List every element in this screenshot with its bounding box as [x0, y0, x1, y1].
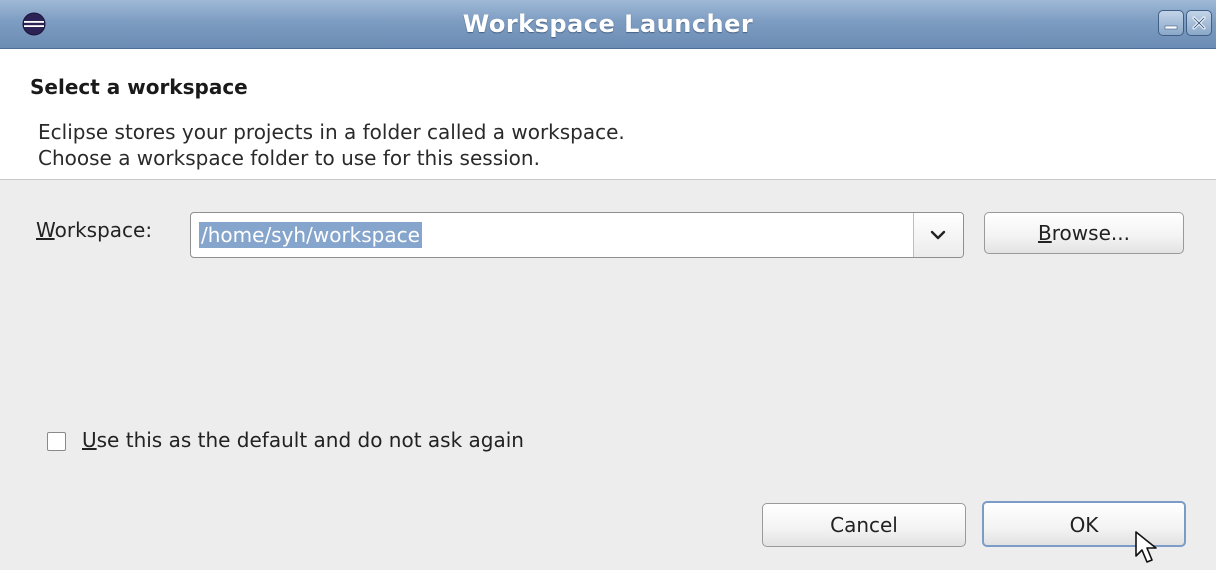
- banner-title: Select a workspace: [30, 75, 248, 99]
- minimize-icon: [1164, 25, 1178, 30]
- workspace-dropdown-button[interactable]: [914, 213, 963, 257]
- title-bar[interactable]: Workspace Launcher: [0, 0, 1216, 49]
- close-button[interactable]: [1186, 10, 1212, 36]
- chevron-down-icon: [930, 230, 946, 240]
- default-checkbox[interactable]: [47, 432, 66, 451]
- workspace-combo[interactable]: /home/syh/workspace: [190, 212, 964, 258]
- minimize-button[interactable]: [1158, 10, 1184, 36]
- header-banner: Select a workspace Eclipse stores your p…: [0, 49, 1216, 180]
- mouse-cursor-icon: [1135, 531, 1157, 563]
- workspace-label: Workspace:: [36, 218, 153, 242]
- cancel-button[interactable]: Cancel: [762, 503, 966, 547]
- window-title: Workspace Launcher: [462, 10, 754, 38]
- banner-description-line1: Eclipse stores your projects in a folder…: [38, 120, 625, 144]
- workspace-input[interactable]: /home/syh/workspace: [199, 222, 422, 248]
- browse-button[interactable]: Browse...: [984, 212, 1184, 254]
- close-icon: [1192, 16, 1206, 30]
- default-checkbox-label[interactable]: Use this as the default and do not ask a…: [82, 428, 524, 452]
- banner-description-line2: Choose a workspace folder to use for thi…: [38, 146, 540, 170]
